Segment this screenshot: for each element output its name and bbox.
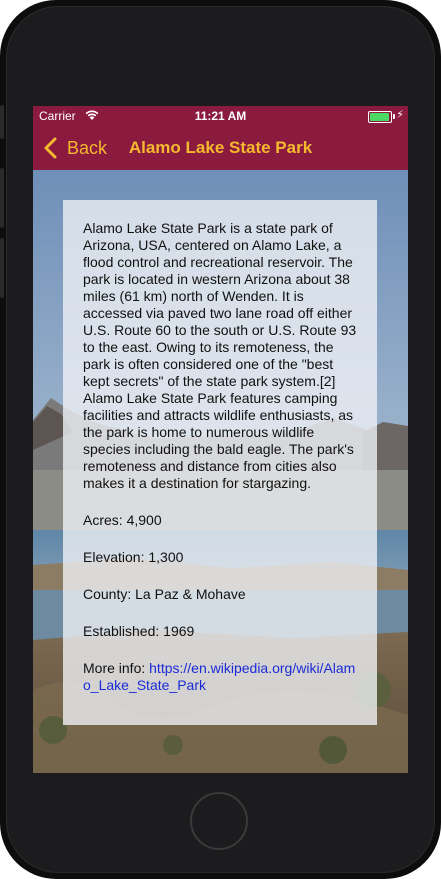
battery-tip <box>393 114 395 119</box>
park-elevation: Elevation: 1,300 <box>83 549 184 565</box>
park-description: Alamo Lake State Park is a state park of… <box>83 220 357 491</box>
page-title: Alamo Lake State Park <box>128 138 313 157</box>
status-bar: Carrier 11:21 AM ⚡ <box>33 106 408 126</box>
more-info-label: More info: <box>83 660 150 676</box>
back-button[interactable]: Back <box>39 126 107 170</box>
battery-full-icon <box>368 111 392 123</box>
park-info-text: Alamo Lake State Park is a state park of… <box>83 220 363 694</box>
status-time: 11:21 AM <box>194 109 247 123</box>
volume-down-button <box>0 238 4 298</box>
park-established: Established: 1969 <box>83 623 195 639</box>
more-info-row: More info: https://en.wikipedia.org/wiki… <box>83 660 363 694</box>
battery-level <box>370 113 389 121</box>
charging-bolt-icon: ⚡ <box>396 109 404 121</box>
volume-up-button <box>0 168 4 228</box>
phone-frame: Carrier 11:21 AM ⚡ Back Alamo Lake State… <box>0 0 441 879</box>
chevron-left-icon <box>44 137 57 159</box>
park-acres: Acres: 4,900 <box>83 512 162 528</box>
home-button[interactable] <box>190 792 248 850</box>
mute-switch <box>0 105 4 139</box>
app-screen: Carrier 11:21 AM ⚡ Back Alamo Lake State… <box>33 106 408 773</box>
park-info-card: Alamo Lake State Park is a state park of… <box>63 200 377 725</box>
park-county: County: La Paz & Mohave <box>83 586 246 602</box>
back-button-label: Back <box>67 137 108 158</box>
navigation-bar: Back Alamo Lake State Park <box>33 126 408 170</box>
